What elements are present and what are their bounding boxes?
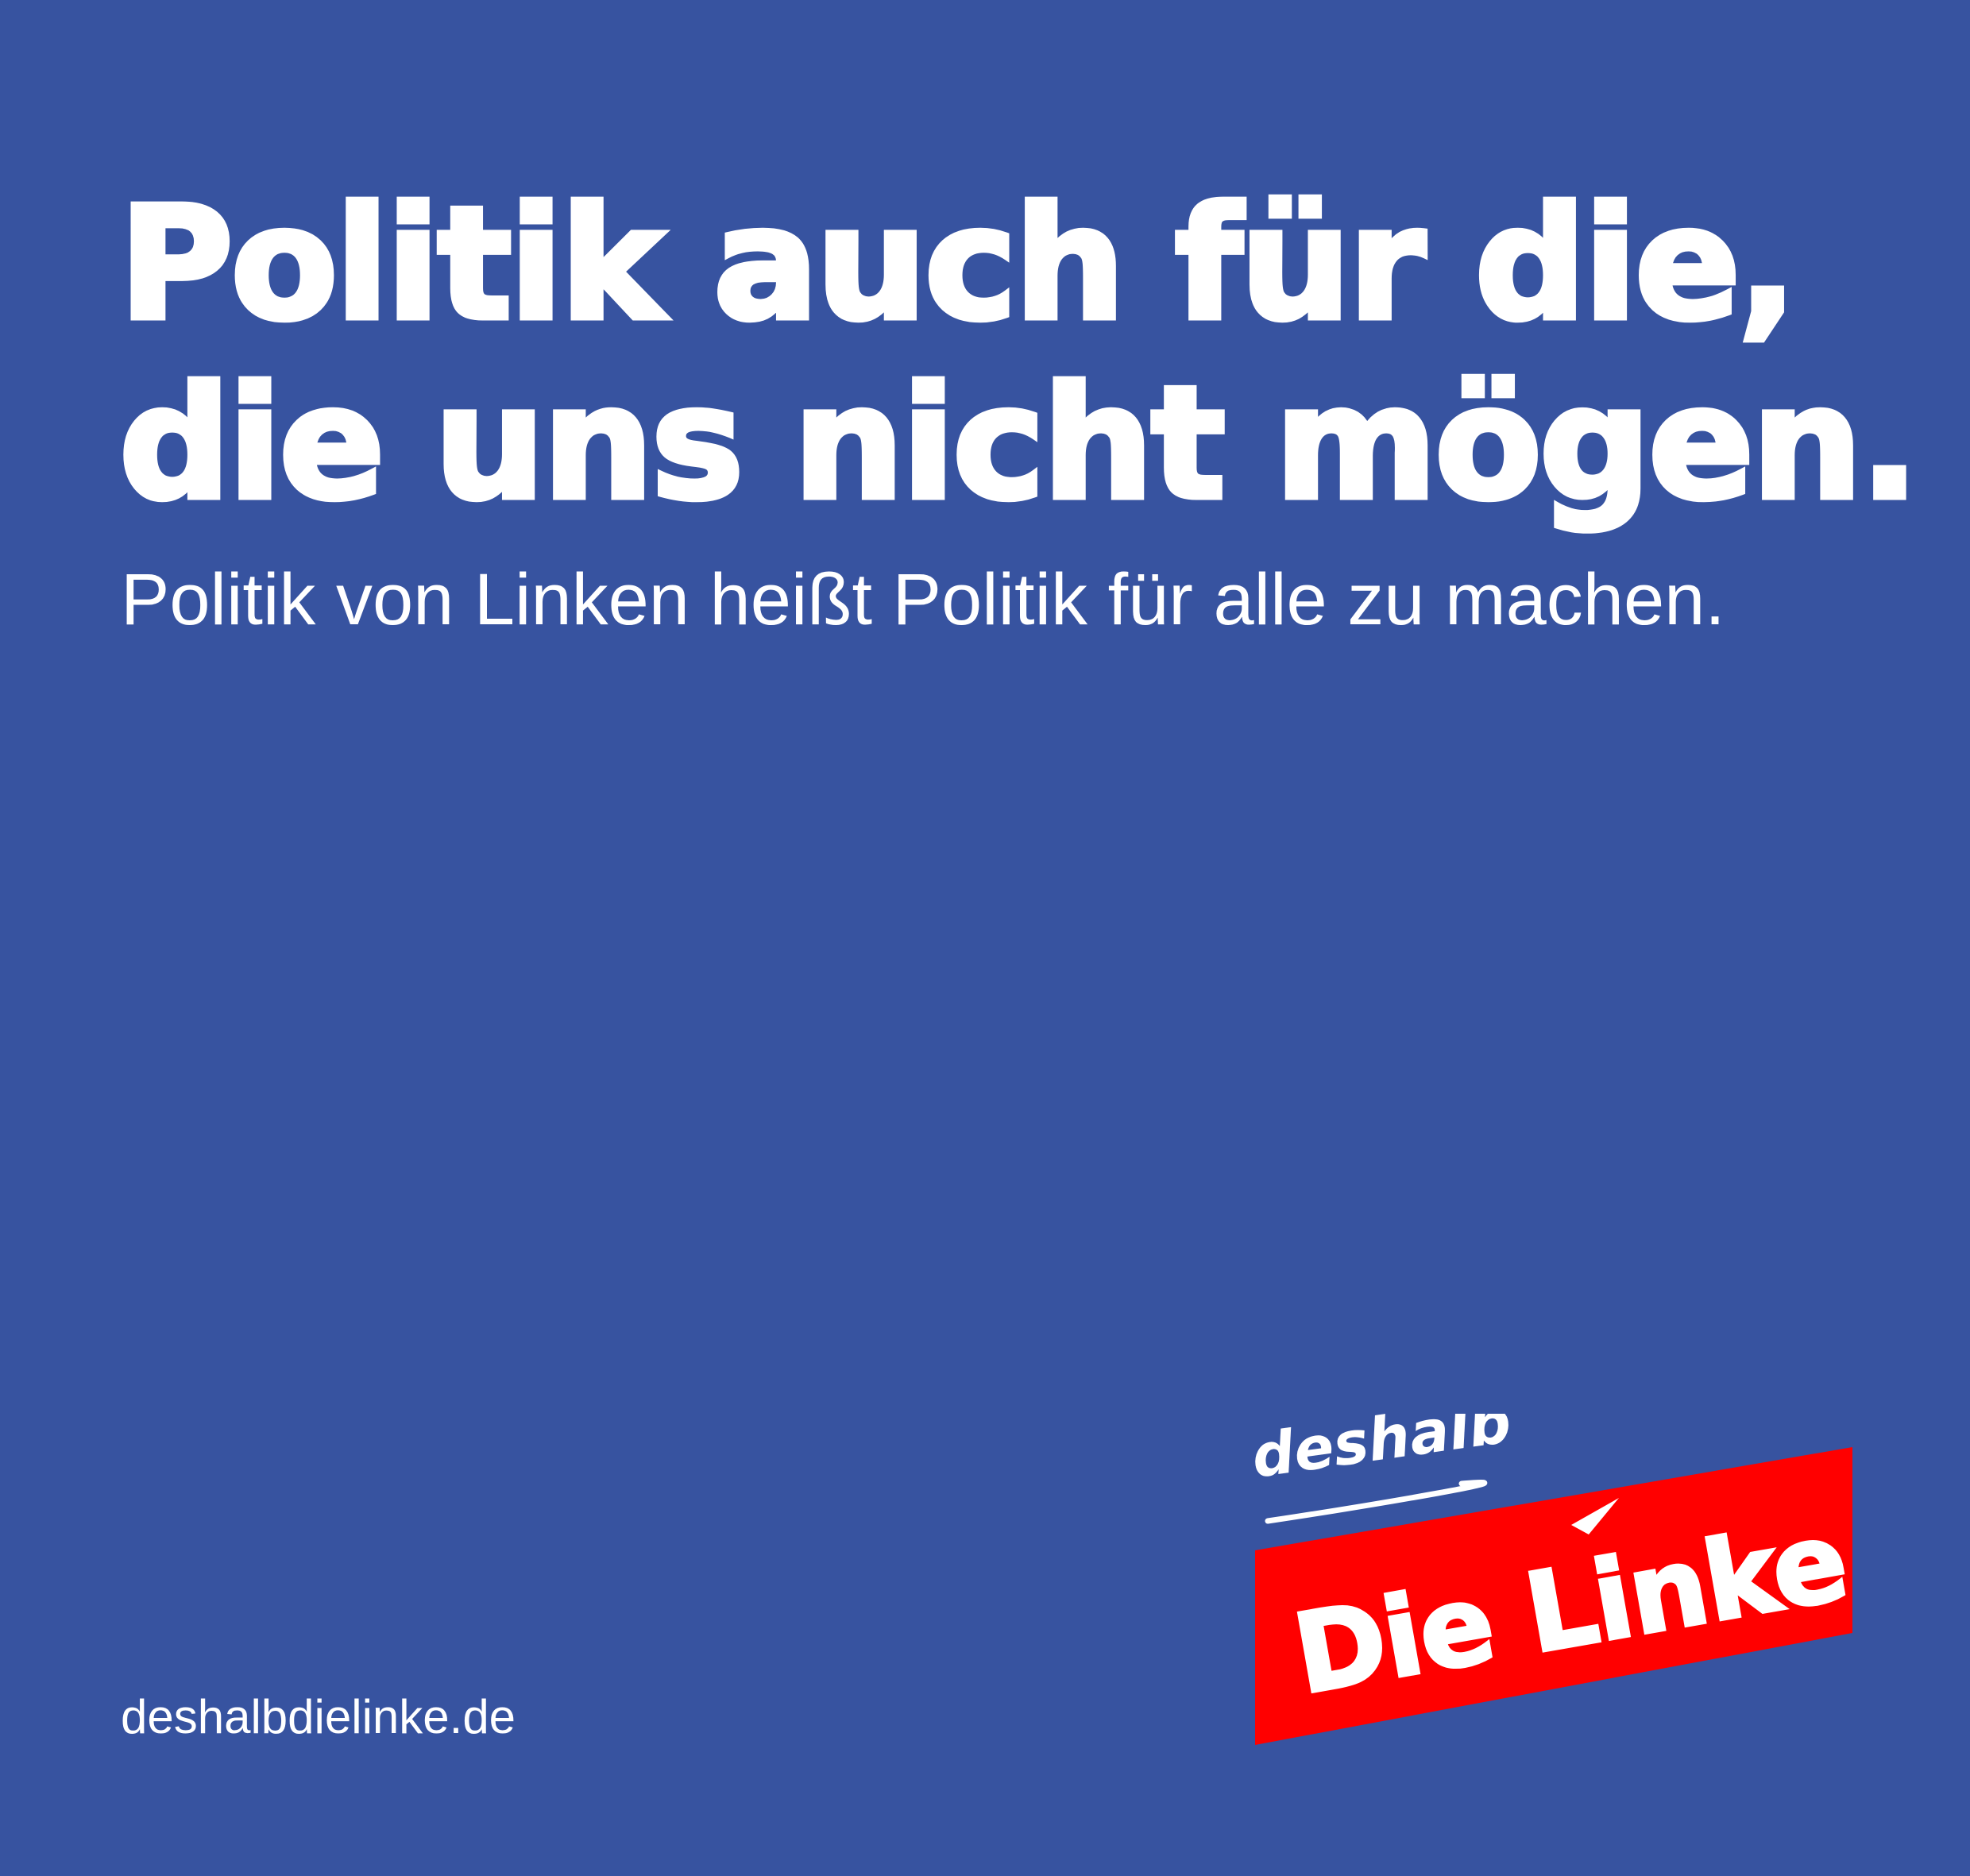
headline: Politik auch für die, die uns nicht möge… bbox=[117, 172, 1922, 537]
die-linke-logo: deshalb Die Linke bbox=[1239, 1414, 1875, 1747]
die-linke-logo-graphic: deshalb Die Linke bbox=[1248, 1414, 1857, 1745]
logo-tagline: deshalb bbox=[1248, 1414, 1516, 1492]
tagline-underline bbox=[1265, 1480, 1488, 1524]
website-url: deshalbdielinke.de bbox=[121, 1690, 516, 1743]
headline-line-1: Politik auch für die, bbox=[117, 172, 1800, 357]
campaign-poster: Politik auch für die, die uns nicht möge… bbox=[0, 0, 1970, 1876]
subline: Politik von Linken heißt Politik für all… bbox=[121, 559, 1725, 640]
headline-line-2: die uns nicht mögen. bbox=[117, 352, 1922, 537]
